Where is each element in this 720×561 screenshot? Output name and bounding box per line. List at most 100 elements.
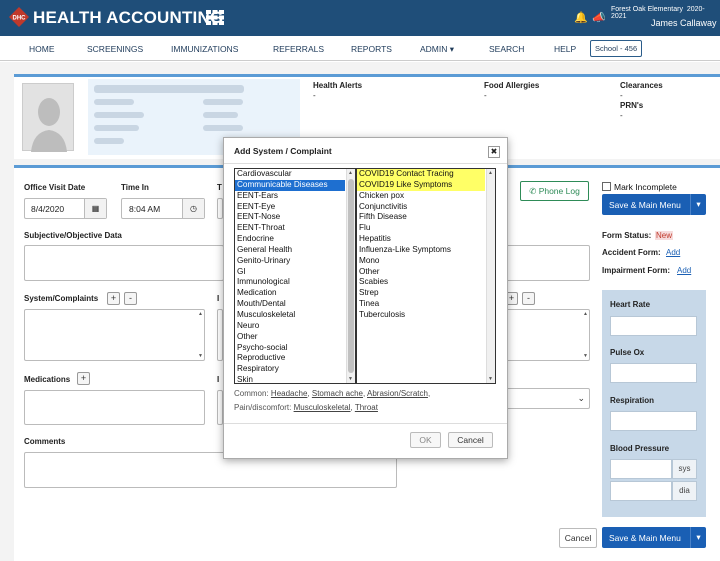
system-option[interactable]: EENT-Eye xyxy=(235,202,345,213)
complaint-option[interactable]: Influenza-Like Symptoms xyxy=(357,245,485,256)
common-link-headache[interactable]: Headache xyxy=(271,389,307,398)
office-visit-date-value: 8/4/2020 xyxy=(31,204,65,214)
blood-pressure-sys-input[interactable] xyxy=(610,459,672,479)
nav-help[interactable]: HELP xyxy=(554,44,576,54)
remove-item-button[interactable]: - xyxy=(522,292,535,305)
system-option[interactable]: Cardiovascular xyxy=(235,169,345,180)
scroll-thumb[interactable] xyxy=(348,179,354,373)
system-option[interactable]: General Health xyxy=(235,245,345,256)
subjective-objective-textarea-right[interactable] xyxy=(505,245,590,281)
system-option[interactable]: Immunological xyxy=(235,277,345,288)
system-option[interactable]: Skin xyxy=(235,375,345,383)
complaint-option[interactable]: Strep xyxy=(357,288,485,299)
scroll-down-icon[interactable]: ▼ xyxy=(487,376,494,382)
add-medication-button[interactable]: + xyxy=(77,372,90,385)
system-option[interactable]: EENT-Throat xyxy=(235,223,345,234)
time-in-input[interactable]: 8:04 AM ◷ xyxy=(121,198,205,219)
phone-log-button[interactable]: ✆ Phone Log xyxy=(520,181,589,201)
scroll-up-icon[interactable]: ▲ xyxy=(347,170,354,176)
add-system-complaint-button[interactable]: + xyxy=(107,292,120,305)
complaint-option[interactable]: Fifth Disease xyxy=(357,212,485,223)
system-option[interactable]: EENT-Ears xyxy=(235,191,345,202)
calendar-icon[interactable]: ▦ xyxy=(84,199,106,218)
nav-admin[interactable]: ADMIN ▾ xyxy=(420,44,454,55)
common-link-abrasion[interactable]: Abrasion/Scratch xyxy=(367,389,428,398)
nav-reports[interactable]: REPORTS xyxy=(351,44,392,54)
scroll-up-icon[interactable]: ▲ xyxy=(487,170,494,176)
system-option[interactable]: Genito-Urinary xyxy=(235,256,345,267)
complaint-option[interactable]: Other xyxy=(357,267,485,278)
save-main-menu-button[interactable]: Save & Main Menu ▾ xyxy=(602,194,706,215)
complaint-option[interactable]: Tuberculosis xyxy=(357,310,485,321)
complaint-option[interactable]: Tinea xyxy=(357,299,485,310)
nav-screenings[interactable]: SCREENINGS xyxy=(87,44,143,54)
complaint-option[interactable]: Scabies xyxy=(357,277,485,288)
systems-listbox[interactable]: Cardiovascular Communicable Diseases EENT-… xyxy=(234,168,356,384)
mark-incomplete-checkbox[interactable] xyxy=(602,182,611,191)
system-option[interactable]: Medication xyxy=(235,288,345,299)
system-option[interactable]: EENT-Nose xyxy=(235,212,345,223)
remove-system-complaint-button[interactable]: - xyxy=(124,292,137,305)
bell-icon[interactable]: 🔔 xyxy=(574,11,588,24)
pulse-ox-input[interactable] xyxy=(610,363,697,383)
system-option[interactable]: Psycho-social xyxy=(235,343,345,354)
scroll-down-icon[interactable]: ▼ xyxy=(347,376,354,382)
form-cancel-button[interactable]: Cancel xyxy=(559,528,597,548)
accident-form-add-link[interactable]: Add xyxy=(666,248,680,257)
system-option[interactable]: Musculoskeletal xyxy=(235,310,345,321)
user-name[interactable]: James Callaway xyxy=(651,18,717,28)
nav-immunizations[interactable]: IMMUNIZATIONS xyxy=(171,44,238,54)
complaints-listbox[interactable]: COVID19 Contact Tracing COVID19 Like Symp… xyxy=(356,168,496,384)
system-option[interactable]: Communicable Diseases xyxy=(235,179,345,191)
nav-referrals[interactable]: REFERRALS xyxy=(273,44,324,54)
apps-grid-icon[interactable] xyxy=(206,10,224,25)
blood-pressure-dia-input[interactable] xyxy=(610,481,672,501)
megaphone-icon[interactable]: 📣 xyxy=(592,11,606,24)
caret-down-icon[interactable]: ▾ xyxy=(690,527,706,548)
respiration-input[interactable] xyxy=(610,411,697,431)
system-option[interactable]: Mouth/Dental xyxy=(235,299,345,310)
scroll-down-icon[interactable]: ▼ xyxy=(198,353,203,359)
complaint-option[interactable]: Conjunctivitis xyxy=(357,202,485,213)
complaint-option[interactable]: Hepatitis xyxy=(357,234,485,245)
time-out-label-partial: T xyxy=(217,183,222,192)
logo-icon[interactable]: DHC xyxy=(9,7,29,27)
common-link-stomach-ache[interactable]: Stomach ache xyxy=(312,389,363,398)
nav-search[interactable]: SEARCH xyxy=(489,44,524,54)
pain-link-throat[interactable]: Throat xyxy=(355,403,378,412)
item-list-right[interactable]: ▲ ▼ xyxy=(505,309,590,361)
impairment-form-add-link[interactable]: Add xyxy=(677,266,691,275)
system-option[interactable]: Other xyxy=(235,332,345,343)
select-dropdown[interactable]: ⌄ xyxy=(505,388,590,409)
medications-list[interactable] xyxy=(24,390,205,425)
system-option[interactable]: Respiratory xyxy=(235,364,345,375)
close-icon[interactable]: ✖ xyxy=(488,146,500,158)
system-option[interactable]: Reproductive xyxy=(235,353,345,364)
dialog-cancel-button[interactable]: Cancel xyxy=(448,432,493,448)
ok-button[interactable]: OK xyxy=(410,432,441,448)
office-visit-date-input[interactable]: 8/4/2020 ▦ xyxy=(24,198,107,219)
complaint-option[interactable]: Flu xyxy=(357,223,485,234)
caret-down-icon[interactable]: ▾ xyxy=(690,194,706,215)
scroll-down-icon[interactable]: ▼ xyxy=(583,353,588,359)
system-option[interactable]: GI xyxy=(235,267,345,278)
complaint-option[interactable]: COVID19 Like Symptoms xyxy=(357,179,485,191)
complaint-option[interactable]: COVID19 Contact Tracing xyxy=(357,169,485,180)
pain-link-musculoskeletal[interactable]: Musculoskeletal xyxy=(294,403,351,412)
subjective-objective-textarea[interactable] xyxy=(24,245,224,281)
heart-rate-input[interactable] xyxy=(610,316,697,336)
app-title[interactable]: HEALTH ACCOUNTING xyxy=(33,8,223,28)
clock-icon[interactable]: ◷ xyxy=(182,199,204,218)
complaint-option[interactable]: Mono xyxy=(357,256,485,267)
scroll-up-icon[interactable]: ▲ xyxy=(583,311,588,317)
scrollbar[interactable]: ▲ ▼ xyxy=(486,169,495,383)
complaint-option[interactable]: Chicken pox xyxy=(357,191,485,202)
scroll-up-icon[interactable]: ▲ xyxy=(198,311,203,317)
school-selector[interactable]: School - 456 xyxy=(590,40,643,57)
nav-home[interactable]: HOME xyxy=(29,44,55,54)
save-main-menu-button-bottom[interactable]: Save & Main Menu ▾ xyxy=(602,527,706,548)
system-option[interactable]: Endocrine xyxy=(235,234,345,245)
system-option[interactable]: Neuro xyxy=(235,321,345,332)
system-complaints-list[interactable]: ▲ ▼ xyxy=(24,309,205,361)
scrollbar[interactable]: ▲ ▼ xyxy=(346,169,355,383)
